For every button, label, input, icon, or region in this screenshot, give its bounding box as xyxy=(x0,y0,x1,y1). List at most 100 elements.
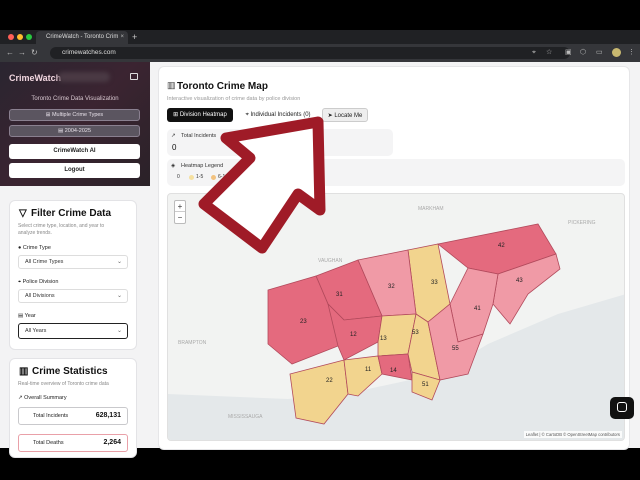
total-deaths-label: Total Deaths xyxy=(33,440,64,446)
tab-individual-incidents[interactable]: ⌖ Individual Incidents (0) xyxy=(237,108,319,122)
new-tab-icon[interactable]: + xyxy=(132,31,137,43)
maximize-window-icon[interactable] xyxy=(26,34,32,40)
close-window-icon[interactable] xyxy=(8,34,14,40)
filter-description: Select crime type, location, and year to xyxy=(18,223,105,229)
zoom-out-button[interactable]: − xyxy=(175,212,185,223)
label-text: Crime Type xyxy=(22,245,51,251)
chat-bot-button[interactable] xyxy=(610,397,634,419)
place-label-pickering: PICKERING xyxy=(568,220,596,226)
crime-map[interactable]: MARKHAM VAUGHAN PICKERING BRAMPTON MISSI… xyxy=(167,193,625,441)
chevron-down-icon: ⌄ xyxy=(116,328,122,334)
place-label-mississauga: MISSISSAUGA xyxy=(228,414,263,420)
chevron-down-icon: ⌄ xyxy=(116,259,122,265)
crime-type-select[interactable]: All Crime Types ⌄ xyxy=(18,255,128,269)
forward-icon[interactable]: → xyxy=(18,47,26,59)
total-incidents-row: Total Incidents 628,131 xyxy=(18,407,128,425)
brand-header: CrimeWatch Toronto Crime Data Visualizat… xyxy=(0,62,150,186)
back-icon[interactable]: ← xyxy=(6,47,14,59)
crimewatch-ai-button[interactable]: CrimeWatch AI xyxy=(9,144,140,159)
select-value: All Divisions xyxy=(25,293,55,299)
division-label-41: 41 xyxy=(474,306,481,312)
crime-types-pill: ⊞ Multiple Crime Types xyxy=(9,109,140,121)
legend-title: Heatmap Legend xyxy=(181,163,224,169)
chevron-down-icon: ⌄ xyxy=(116,293,122,299)
location-icon[interactable]: ⌖ xyxy=(532,47,536,59)
menu-icon[interactable]: ⋮ xyxy=(628,47,635,59)
bookmark-star-icon[interactable]: ☆ xyxy=(546,47,552,59)
reload-icon[interactable]: ↻ xyxy=(31,47,38,59)
logout-button[interactable]: Logout xyxy=(9,163,140,178)
extension-icon[interactable]: ▣ xyxy=(565,47,572,59)
map-subtitle: Interactive visualization of crime data … xyxy=(167,96,301,102)
years-pill: ▤ 2004-2025 xyxy=(9,125,140,137)
minimize-window-icon[interactable] xyxy=(17,34,23,40)
division-label: ⌖ Police Division xyxy=(18,279,59,285)
locate-me-button[interactable]: ➤ Locate Me xyxy=(322,108,368,122)
pill-label: Multiple Crime Types xyxy=(51,112,104,118)
division-select[interactable]: All Divisions ⌄ xyxy=(18,289,128,303)
sidebar-icon[interactable]: ▭ xyxy=(596,47,603,59)
total-deaths-row: Total Deaths 2,264 xyxy=(18,434,128,452)
division-41[interactable] xyxy=(449,267,499,343)
main-panel: ▥ Toronto Crime Map Interactive visualiz… xyxy=(150,62,640,450)
division-label-32: 32 xyxy=(388,284,395,290)
zoom-in-button[interactable]: + xyxy=(175,201,185,212)
tab-title: CrimeWatch - Toronto Crim xyxy=(46,34,119,40)
division-label-23: 23 xyxy=(300,319,307,325)
total-value: 0 xyxy=(172,143,177,152)
map-icon: ▥ xyxy=(167,80,176,90)
crime-type-label: ● Crime Type xyxy=(18,245,51,251)
label-text: Year xyxy=(24,313,36,319)
label-text: Overall Summary xyxy=(24,395,67,401)
extensions-icon[interactable]: ⬡ xyxy=(580,47,586,59)
place-label-vaughan: VAUGHAN xyxy=(318,258,343,264)
division-label-33: 33 xyxy=(431,280,438,286)
legend-item-2: 6-10 xyxy=(218,174,229,180)
total-label: Total Incidents xyxy=(181,133,217,139)
map-canvas[interactable]: MARKHAM VAUGHAN PICKERING BRAMPTON MISSI… xyxy=(168,194,625,441)
stats-card: ▥ Crime Statistics Real-time overview of… xyxy=(9,358,137,458)
trend-icon: ↗ xyxy=(171,133,176,139)
browser-tab[interactable]: CrimeWatch - Toronto Crim × xyxy=(36,31,128,44)
legend-swatch-mid xyxy=(211,175,216,180)
total-incidents-value: 628,131 xyxy=(95,412,121,419)
year-select[interactable]: All Years ⌄ xyxy=(18,323,128,339)
legend-item-1: 1-5 xyxy=(196,174,204,180)
map-title: Toronto Crime Map xyxy=(177,81,268,92)
total-deaths-value: 2,264 xyxy=(103,439,121,446)
filter-card: ▽ Filter Crime Data Select crime type, l… xyxy=(9,200,137,350)
left-panel: CrimeWatch Toronto Crime Data Visualizat… xyxy=(0,62,150,458)
division-label-55: 55 xyxy=(452,346,459,352)
close-tab-icon[interactable]: × xyxy=(120,31,124,44)
map-attribution[interactable]: Leaflet | © CartoDB © OpenStreetMap cont… xyxy=(523,431,622,438)
collapse-sidebar-icon[interactable] xyxy=(130,73,138,80)
stats-description: Real-time overview of Toronto crime data xyxy=(18,381,109,387)
year-label: ▤ Year xyxy=(18,313,36,319)
filter-icon: ▽ xyxy=(19,208,27,219)
division-label-43: 43 xyxy=(516,278,523,284)
division-label-22: 22 xyxy=(326,378,333,384)
label-text: Police Division xyxy=(22,279,59,285)
total-incidents-box: ↗ Total Incidents 0 xyxy=(167,129,393,156)
layers-icon: ◈ xyxy=(171,163,176,169)
select-value: All Years xyxy=(25,328,47,334)
place-label-markham: MARKHAM xyxy=(418,206,444,212)
blurred-region xyxy=(58,72,110,82)
stats-title: Crime Statistics xyxy=(32,366,108,377)
division-label-13: 13 xyxy=(380,336,387,342)
profile-avatar[interactable] xyxy=(612,48,621,57)
heatmap-legend: ◈ Heatmap Legend 0 1-5 6-10 xyxy=(167,159,625,186)
tab-label: Locate Me xyxy=(334,113,363,119)
select-value: All Crime Types xyxy=(25,259,64,265)
address-bar[interactable]: crimewatches.com xyxy=(50,47,570,59)
total-incidents-label: Total Incidents xyxy=(33,413,69,419)
overall-summary: ↗ Overall Summary xyxy=(18,395,67,401)
pill-label: 2004-2025 xyxy=(64,128,92,134)
url-text: crimewatches.com xyxy=(62,49,116,56)
tab-division-heatmap[interactable]: ⊞ Division Heatmap xyxy=(167,108,233,122)
division-label-31: 31 xyxy=(336,292,343,298)
division-14[interactable] xyxy=(377,353,413,381)
navigation-bar: ← → ↻ crimewatches.com ⌖ ☆ ▣ ⬡ ▭ ⋮ xyxy=(0,44,640,62)
tab-label: Individual Incidents (0) xyxy=(250,112,311,118)
filter-title: Filter Crime Data xyxy=(31,208,112,219)
